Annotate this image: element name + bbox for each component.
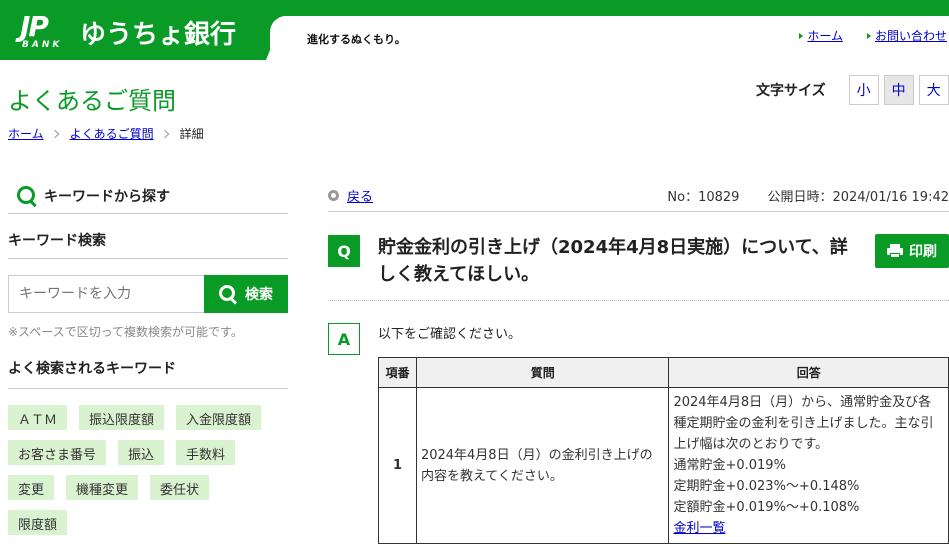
keyword-tag[interactable]: 振込限度額 xyxy=(79,405,165,430)
row-answer: 2024年4月8日（月）から、通常貯金及び各種定期貯金の金利を引き上げました。主… xyxy=(668,387,949,544)
triangle-right-icon xyxy=(866,32,871,39)
answer-intro: 以下をご確認ください。 xyxy=(378,327,522,342)
header-link-contact: お問い合わせ xyxy=(866,27,947,44)
site-header: JP BANK ゆうちょ銀行 進化するぬくもり。 ホーム お問い合わせ xyxy=(0,0,949,60)
search-form: 検索 xyxy=(8,275,288,313)
font-size-small-button[interactable]: 小 xyxy=(848,75,879,105)
font-size-large-button[interactable]: 大 xyxy=(918,75,949,105)
question-text: 貯金金利の引き上げ（2024年4月8日実施）について、詳しく教えてほしい。 xyxy=(378,237,848,285)
logo-block[interactable]: JP BANK ゆうちょ銀行 xyxy=(0,0,290,60)
row-question: 2024年4月8日（月）の金利引き上げの内容を教えてください。 xyxy=(415,387,670,544)
search-input[interactable] xyxy=(8,275,204,313)
keyword-search-title: キーワード検索 xyxy=(8,214,288,259)
chevron-right-icon xyxy=(50,129,59,138)
circle-bullet-icon xyxy=(328,190,339,201)
breadcrumb: ホーム よくあるご質問 詳細 xyxy=(8,125,204,142)
keyword-tag[interactable]: お客さま番号 xyxy=(8,440,107,465)
answer-line: 定額貯金+0.019%～+0.108% xyxy=(673,500,860,515)
search-note: ※スペースで区切って複数検索が可能です。 xyxy=(8,325,243,339)
keyword-tag[interactable]: 委任状 xyxy=(150,475,210,500)
table-row: 1 2024年4月8日（月）の金利引き上げの内容を教えてください。 2024年4… xyxy=(378,387,949,544)
keyword-tag[interactable]: 振込 xyxy=(118,440,165,465)
table-header-row: 項番 質問 回答 xyxy=(378,357,949,388)
search-icon xyxy=(219,285,237,303)
popular-keywords: ＡＴＭ 振込限度額 入金限度額 お客さま番号 振込 手数料 変更 機種変更 委任… xyxy=(8,405,268,535)
page-title: よくあるご質問 xyxy=(8,87,176,115)
answer-table: 項番 質問 回答 1 2024年4月8日（月）の金利引き上げの内容を教えてくださ… xyxy=(378,357,949,544)
logo-sub: BANK xyxy=(22,40,63,50)
font-size-medium-button[interactable]: 中 xyxy=(883,75,914,105)
answer-line: 定期貯金+0.023%～+0.148% xyxy=(673,479,860,494)
chevron-right-icon xyxy=(160,129,169,138)
published-date: 公開日時：2024/01/16 19:42 xyxy=(767,190,949,205)
answer-badge: A xyxy=(328,323,360,355)
header-link-home: ホーム xyxy=(799,27,843,44)
keyword-tag[interactable]: ＡＴＭ xyxy=(8,405,68,430)
answer-line: 通常貯金+0.019% xyxy=(673,458,786,473)
print-button[interactable]: 印刷 xyxy=(875,234,949,268)
triangle-right-icon xyxy=(799,32,804,39)
answer-line: 2024年4月8日（月）から、通常貯金及び各種定期貯金の金利を引き上げました。主… xyxy=(673,395,934,452)
sidebar: キーワードから探す キーワード検索 検索 ※スペースで区切って複数検索が可能です… xyxy=(8,178,288,535)
jp-bank-logo: JP BANK xyxy=(20,10,68,50)
bank-name: ゆうちょ銀行 xyxy=(80,20,237,50)
keyword-tag[interactable]: 手数料 xyxy=(176,440,236,465)
faq-meta: 戻る No：10829 公開日時：2024/01/16 19:42 xyxy=(328,180,949,212)
contact-link[interactable]: お問い合わせ xyxy=(875,27,947,44)
keyword-tag[interactable]: 変更 xyxy=(8,475,55,500)
print-label: 印刷 xyxy=(909,244,937,260)
table-header: 項番 xyxy=(378,357,417,388)
faq-meta-info: No：10829 公開日時：2024/01/16 19:42 xyxy=(667,186,949,205)
font-size-switcher: 文字サイズ 小 中 大 xyxy=(756,75,949,105)
divider xyxy=(328,300,949,301)
table-header: 回答 xyxy=(668,357,949,388)
popular-keywords-title: よく検索されるキーワード xyxy=(8,358,288,389)
keyword-tag[interactable]: 限度額 xyxy=(8,510,68,535)
search-button-label: 検索 xyxy=(245,287,273,303)
faq-number: No：10829 xyxy=(667,190,740,205)
interest-rate-list-link[interactable]: 金利一覧 xyxy=(673,521,725,536)
faq-detail: 戻る No：10829 公開日時：2024/01/16 19:42 Q 貯金金利… xyxy=(328,180,949,544)
keyword-tag[interactable]: 機種変更 xyxy=(66,475,139,500)
header-links: ホーム お問い合わせ xyxy=(799,27,947,44)
breadcrumb-current: 詳細 xyxy=(179,127,204,141)
slogan: 進化するぬくもり。 xyxy=(307,33,406,46)
question-badge: Q xyxy=(328,235,360,267)
font-size-label: 文字サイズ xyxy=(756,83,826,99)
logo-mark: JP xyxy=(20,10,49,43)
search-icon xyxy=(16,185,38,207)
table-header: 質問 xyxy=(415,357,670,388)
keyword-search-heading: キーワードから探す xyxy=(8,178,288,214)
keyword-tag[interactable]: 入金限度額 xyxy=(176,405,262,430)
breadcrumb-home[interactable]: ホーム xyxy=(8,125,44,142)
back-link[interactable]: 戻る xyxy=(347,186,373,205)
search-button[interactable]: 検索 xyxy=(204,275,288,313)
back-link-wrap: 戻る xyxy=(328,186,373,205)
breadcrumb-faq[interactable]: よくあるご質問 xyxy=(70,125,154,142)
home-link[interactable]: ホーム xyxy=(807,27,843,44)
printer-icon xyxy=(887,244,903,258)
sidebar-heading-text: キーワードから探す xyxy=(44,188,170,205)
row-number: 1 xyxy=(378,387,417,544)
